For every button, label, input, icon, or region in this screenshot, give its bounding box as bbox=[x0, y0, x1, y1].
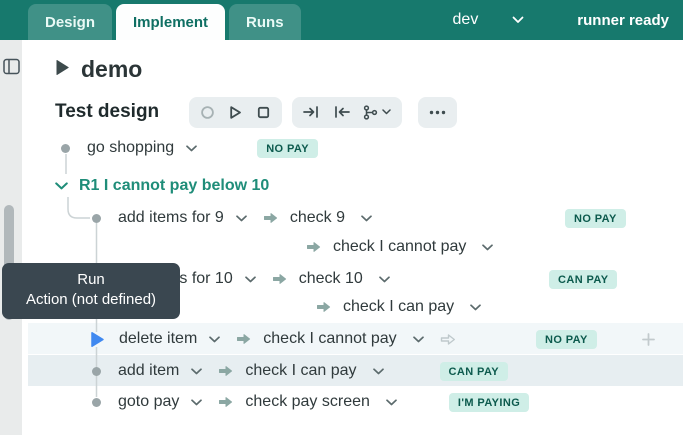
step-bullet-icon bbox=[92, 398, 101, 407]
tab-implement-label: Implement bbox=[133, 14, 208, 31]
check-arrow-icon bbox=[218, 365, 233, 377]
chevron-down-icon[interactable] bbox=[245, 276, 256, 283]
check-label: check I cannot pay bbox=[333, 238, 466, 256]
run-controls-group bbox=[189, 97, 282, 128]
chevron-down-icon[interactable] bbox=[470, 304, 481, 311]
chevron-down-icon[interactable] bbox=[373, 368, 384, 375]
action-label: add item bbox=[118, 362, 179, 380]
chevron-down-icon[interactable] bbox=[482, 244, 493, 251]
stop-button[interactable] bbox=[256, 105, 271, 120]
app-window: Design Implement Runs dev runner ready bbox=[0, 0, 683, 435]
chevron-down-icon[interactable] bbox=[209, 336, 220, 343]
check-label: check I cannot pay bbox=[263, 330, 396, 348]
step-controls-group bbox=[292, 97, 402, 128]
collapse-panel-icon[interactable] bbox=[3, 58, 20, 75]
step-bullet-icon bbox=[92, 214, 101, 223]
check-label: check I can pay bbox=[245, 362, 356, 380]
check-label: check 9 bbox=[290, 209, 345, 227]
play-button[interactable] bbox=[228, 105, 243, 120]
status-badge: NO PAY bbox=[257, 139, 318, 158]
check-arrow-icon bbox=[306, 241, 321, 253]
check-arrow-icon bbox=[218, 396, 233, 408]
left-sidebar bbox=[0, 40, 22, 435]
environment-value: dev bbox=[453, 11, 479, 29]
chevron-down-icon[interactable] bbox=[413, 336, 424, 343]
record-button[interactable] bbox=[200, 105, 215, 120]
action-label: go shopping bbox=[87, 139, 174, 157]
action-label: delete item bbox=[119, 330, 197, 348]
chevron-down-icon[interactable] bbox=[379, 276, 390, 283]
tab-implement[interactable]: Implement bbox=[116, 4, 225, 40]
chevron-down-icon[interactable] bbox=[191, 368, 202, 375]
status-badge: NO PAY bbox=[565, 209, 626, 228]
tooltip-title: Run bbox=[12, 270, 170, 290]
add-step-plus-icon[interactable] bbox=[642, 333, 655, 346]
nav-tabs: Design Implement Runs bbox=[28, 0, 301, 40]
chevron-down-icon bbox=[512, 11, 524, 29]
tree-row-delete-item[interactable]: delete item check I cannot pay NO PAY bbox=[28, 324, 683, 354]
run-to-end-icon[interactable] bbox=[303, 105, 320, 119]
tab-design-label: Design bbox=[45, 14, 95, 31]
chevron-down-icon[interactable] bbox=[236, 215, 247, 222]
status-badge: I'M PAYING bbox=[449, 393, 529, 412]
check-arrow-icon bbox=[316, 301, 331, 313]
step-bullet-icon bbox=[61, 144, 70, 153]
chevron-down-icon[interactable] bbox=[186, 145, 197, 152]
more-icon[interactable] bbox=[429, 110, 446, 115]
more-actions-group bbox=[418, 97, 457, 128]
tree-row-add-items-9[interactable]: add items for 9 check 9 NO PAY bbox=[28, 203, 683, 233]
tab-runs[interactable]: Runs bbox=[229, 4, 301, 40]
check-label: check I can pay bbox=[343, 298, 454, 316]
action-label: goto pay bbox=[118, 393, 179, 411]
branch-options-button[interactable] bbox=[363, 105, 391, 120]
status-badge: CAN PAY bbox=[440, 362, 508, 381]
chevron-down-icon[interactable] bbox=[361, 215, 372, 222]
tab-design[interactable]: Design bbox=[28, 4, 112, 40]
group-label: R1 I cannot pay below 10 bbox=[79, 177, 269, 195]
add-check-arrow-icon[interactable] bbox=[440, 333, 456, 346]
run-cursor-play-icon[interactable] bbox=[90, 331, 105, 348]
chevron-down-icon[interactable] bbox=[386, 399, 397, 406]
step-bullet-icon bbox=[92, 367, 101, 376]
group-expand-chevron-icon[interactable] bbox=[55, 182, 68, 190]
check-arrow-icon bbox=[236, 333, 251, 345]
check-label: check 10 bbox=[299, 270, 363, 288]
tree-row-goto-pay[interactable]: goto pay check pay screen I'M PAYING bbox=[28, 387, 683, 417]
run-tooltip: Run Action (not defined) bbox=[2, 263, 180, 319]
check-label: check pay screen bbox=[245, 393, 370, 411]
environment-selector[interactable]: dev bbox=[453, 0, 525, 40]
chevron-down-icon[interactable] bbox=[191, 399, 202, 406]
status-badge: CAN PAY bbox=[549, 270, 617, 289]
action-label: add items for 9 bbox=[118, 209, 224, 227]
status-badge: NO PAY bbox=[536, 330, 597, 349]
check-arrow-icon bbox=[263, 212, 278, 224]
tab-runs-label: Runs bbox=[246, 14, 284, 31]
tree-row-go-shopping[interactable]: go shopping NO PAY bbox=[28, 133, 683, 163]
top-navbar: Design Implement Runs dev runner ready bbox=[0, 0, 683, 40]
tree-row-add-item[interactable]: add item check I can pay CAN PAY bbox=[28, 356, 683, 386]
run-to-start-icon[interactable] bbox=[333, 105, 350, 119]
check-arrow-icon bbox=[272, 273, 287, 285]
runner-status-label: runner ready bbox=[577, 12, 669, 29]
main-content: demo Test design bbox=[28, 40, 683, 435]
tooltip-subtitle: Action (not defined) bbox=[12, 290, 170, 310]
tree-row-extra-check[interactable]: check I cannot pay bbox=[28, 232, 683, 262]
tree-row-group-r1[interactable]: R1 I cannot pay below 10 bbox=[28, 171, 683, 201]
runner-status: runner ready bbox=[577, 0, 669, 40]
